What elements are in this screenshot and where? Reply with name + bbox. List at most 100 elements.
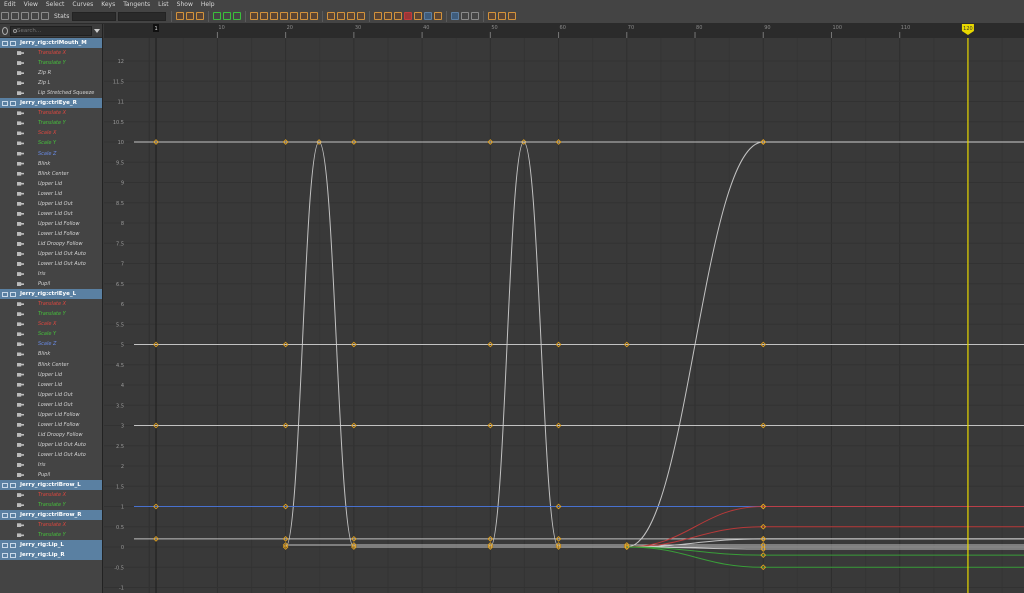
lattice-deform-icon[interactable] — [21, 12, 29, 20]
outliner-attribute[interactable]: Blink — [0, 349, 102, 359]
move-key-tool-icon[interactable] — [1, 12, 9, 20]
node-expand-icon[interactable] — [2, 40, 18, 46]
outliner-attribute[interactable]: Translate X — [0, 520, 102, 530]
outliner-attribute[interactable]: Blink Center — [0, 169, 102, 179]
outliner-node[interactable]: Jerry_rig:ctrlEye_L — [0, 289, 102, 300]
retime-tool-icon[interactable] — [41, 12, 49, 20]
outliner-attribute[interactable]: Translate X — [0, 48, 102, 58]
outliner-attribute[interactable]: Lower Lid — [0, 189, 102, 199]
auto-key-icon[interactable] — [176, 12, 185, 20]
outliner-attribute[interactable]: Iris — [0, 269, 102, 279]
auto-tangent-icon[interactable] — [250, 12, 259, 20]
swap-buffer-icon[interactable] — [384, 12, 393, 20]
outliner-attribute[interactable]: Upper Lid Out Auto — [0, 440, 102, 450]
lock-tangent-weight-icon[interactable] — [357, 12, 366, 20]
outliner-attribute[interactable]: Blink Center — [0, 360, 102, 370]
curve-grid-icon[interactable] — [471, 12, 480, 20]
spline-tangent-icon[interactable] — [260, 12, 269, 20]
outliner-attribute[interactable]: Lower Lid — [0, 380, 102, 390]
search-box[interactable] — [10, 25, 92, 36]
search-input[interactable] — [13, 26, 91, 35]
region-tool-icon[interactable] — [31, 12, 39, 20]
free-tangent-weight-icon[interactable] — [347, 12, 356, 20]
outliner-node[interactable]: Jerry_rig:ctrlBrow_L — [0, 480, 102, 491]
plateau-tangent-icon[interactable] — [310, 12, 319, 20]
outliner-attribute[interactable]: Translate X — [0, 299, 102, 309]
graph-view[interactable]: 10 20 30 40 50 60 70 80 90 100 110 1 12 11.5 11 10.5 10 9… — [104, 24, 1024, 593]
outliner-attribute[interactable]: Lip Stretched Squeeze — [0, 88, 102, 98]
menu-keys[interactable]: Keys — [97, 0, 119, 9]
menu-view[interactable]: View — [20, 0, 42, 9]
outliner-attribute[interactable]: Iris — [0, 460, 102, 470]
unify-tangents-icon[interactable] — [337, 12, 346, 20]
menu-list[interactable]: List — [154, 0, 173, 9]
outliner-attribute[interactable]: Translate Y — [0, 500, 102, 510]
outliner-attribute[interactable]: Lower Lid Follow — [0, 420, 102, 430]
node-expand-icon[interactable] — [2, 291, 18, 297]
clamped-tangent-icon[interactable] — [270, 12, 279, 20]
clamped-key-icon[interactable] — [196, 12, 205, 20]
chevron-down-icon[interactable] — [94, 28, 100, 33]
outliner-attribute[interactable]: Upper Lid Out — [0, 390, 102, 400]
outliner-attribute[interactable]: Translate Y — [0, 58, 102, 68]
normalize-curves-icon[interactable] — [424, 12, 433, 20]
value-snap-icon[interactable] — [498, 12, 507, 20]
outliner-attribute[interactable]: Lower Lid Out — [0, 400, 102, 410]
outliner-attribute[interactable]: Scale Z — [0, 339, 102, 349]
outliner-attribute[interactable]: Translate X — [0, 490, 102, 500]
outliner-attribute[interactable]: Scale X — [0, 319, 102, 329]
node-expand-icon[interactable] — [2, 100, 18, 106]
time-snap-icon[interactable] — [488, 12, 497, 20]
outliner-attribute[interactable]: Lid Droopy Follow — [0, 239, 102, 249]
spline-key-icon[interactable] — [186, 12, 195, 20]
buffer-curve-icon[interactable] — [374, 12, 383, 20]
outliner-attribute[interactable]: Upper Lid Follow — [0, 410, 102, 420]
menu-help[interactable]: Help — [197, 0, 219, 9]
outliner-attribute[interactable]: Translate X — [0, 108, 102, 118]
insert-key-tool-icon[interactable] — [11, 12, 19, 20]
outliner-attribute[interactable]: Scale X — [0, 128, 102, 138]
step-tangent-icon[interactable] — [300, 12, 309, 20]
frame-playback-range-icon[interactable] — [223, 12, 232, 20]
stats-value-field[interactable] — [118, 11, 167, 21]
menu-show[interactable]: Show — [173, 0, 197, 9]
menu-select[interactable]: Select — [42, 0, 69, 9]
outliner-attribute[interactable]: Translate Y — [0, 309, 102, 319]
outliner-attribute[interactable]: Blink — [0, 159, 102, 169]
snap-keys-icon[interactable] — [394, 12, 403, 20]
outliner-node[interactable]: Jerry_rig:ctrlMouth_M — [0, 38, 102, 49]
outliner-node[interactable]: Jerry_rig:ctrlEye_R — [0, 98, 102, 109]
outliner-attribute[interactable]: Upper Lid Out Auto — [0, 249, 102, 259]
pre-infinity-icon[interactable] — [404, 12, 413, 20]
filter-gear-icon[interactable] — [2, 26, 8, 35]
node-expand-icon[interactable] — [2, 512, 18, 518]
center-current-time-icon[interactable] — [233, 12, 242, 20]
stacked-view-icon[interactable] — [451, 12, 460, 20]
outliner-attribute[interactable]: Upper Lid — [0, 370, 102, 380]
curve-filter-icon[interactable] — [508, 12, 517, 20]
absolute-view-icon[interactable] — [461, 12, 470, 20]
outliner-attribute[interactable]: Pupil — [0, 279, 102, 289]
menu-tangents[interactable]: Tangents — [119, 0, 154, 9]
frame-all-icon[interactable] — [213, 12, 222, 20]
menu-edit[interactable]: Edit — [0, 0, 20, 9]
post-infinity-icon[interactable] — [414, 12, 423, 20]
node-expand-icon[interactable] — [2, 542, 18, 548]
outliner-attribute[interactable]: Lid Droopy Follow — [0, 430, 102, 440]
outliner-attribute[interactable]: Translate Y — [0, 118, 102, 128]
outliner-attribute[interactable]: Scale Z — [0, 149, 102, 159]
outliner-attribute[interactable]: Upper Lid Out — [0, 199, 102, 209]
node-expand-icon[interactable] — [2, 552, 18, 558]
outliner-attribute[interactable]: Upper Lid Follow — [0, 219, 102, 229]
menu-curves[interactable]: Curves — [68, 0, 97, 9]
outliner-attribute[interactable]: Zip L — [0, 78, 102, 88]
outliner-attribute[interactable]: Lower Lid Out — [0, 209, 102, 219]
outliner-attribute[interactable]: Upper Lid — [0, 179, 102, 189]
outliner-attribute[interactable]: Lower Lid Out Auto — [0, 450, 102, 460]
outliner-node[interactable]: Jerry_rig:ctrlBrow_R — [0, 510, 102, 521]
curve-graph[interactable]: 10 20 30 40 50 60 70 80 90 100 11011211.51110.5109… — [104, 24, 1024, 593]
flat-tangent-icon[interactable] — [290, 12, 299, 20]
stats-frame-field[interactable] — [72, 11, 117, 21]
outliner-attribute[interactable]: Pupil — [0, 470, 102, 480]
outliner-attribute[interactable]: Zip R — [0, 68, 102, 78]
